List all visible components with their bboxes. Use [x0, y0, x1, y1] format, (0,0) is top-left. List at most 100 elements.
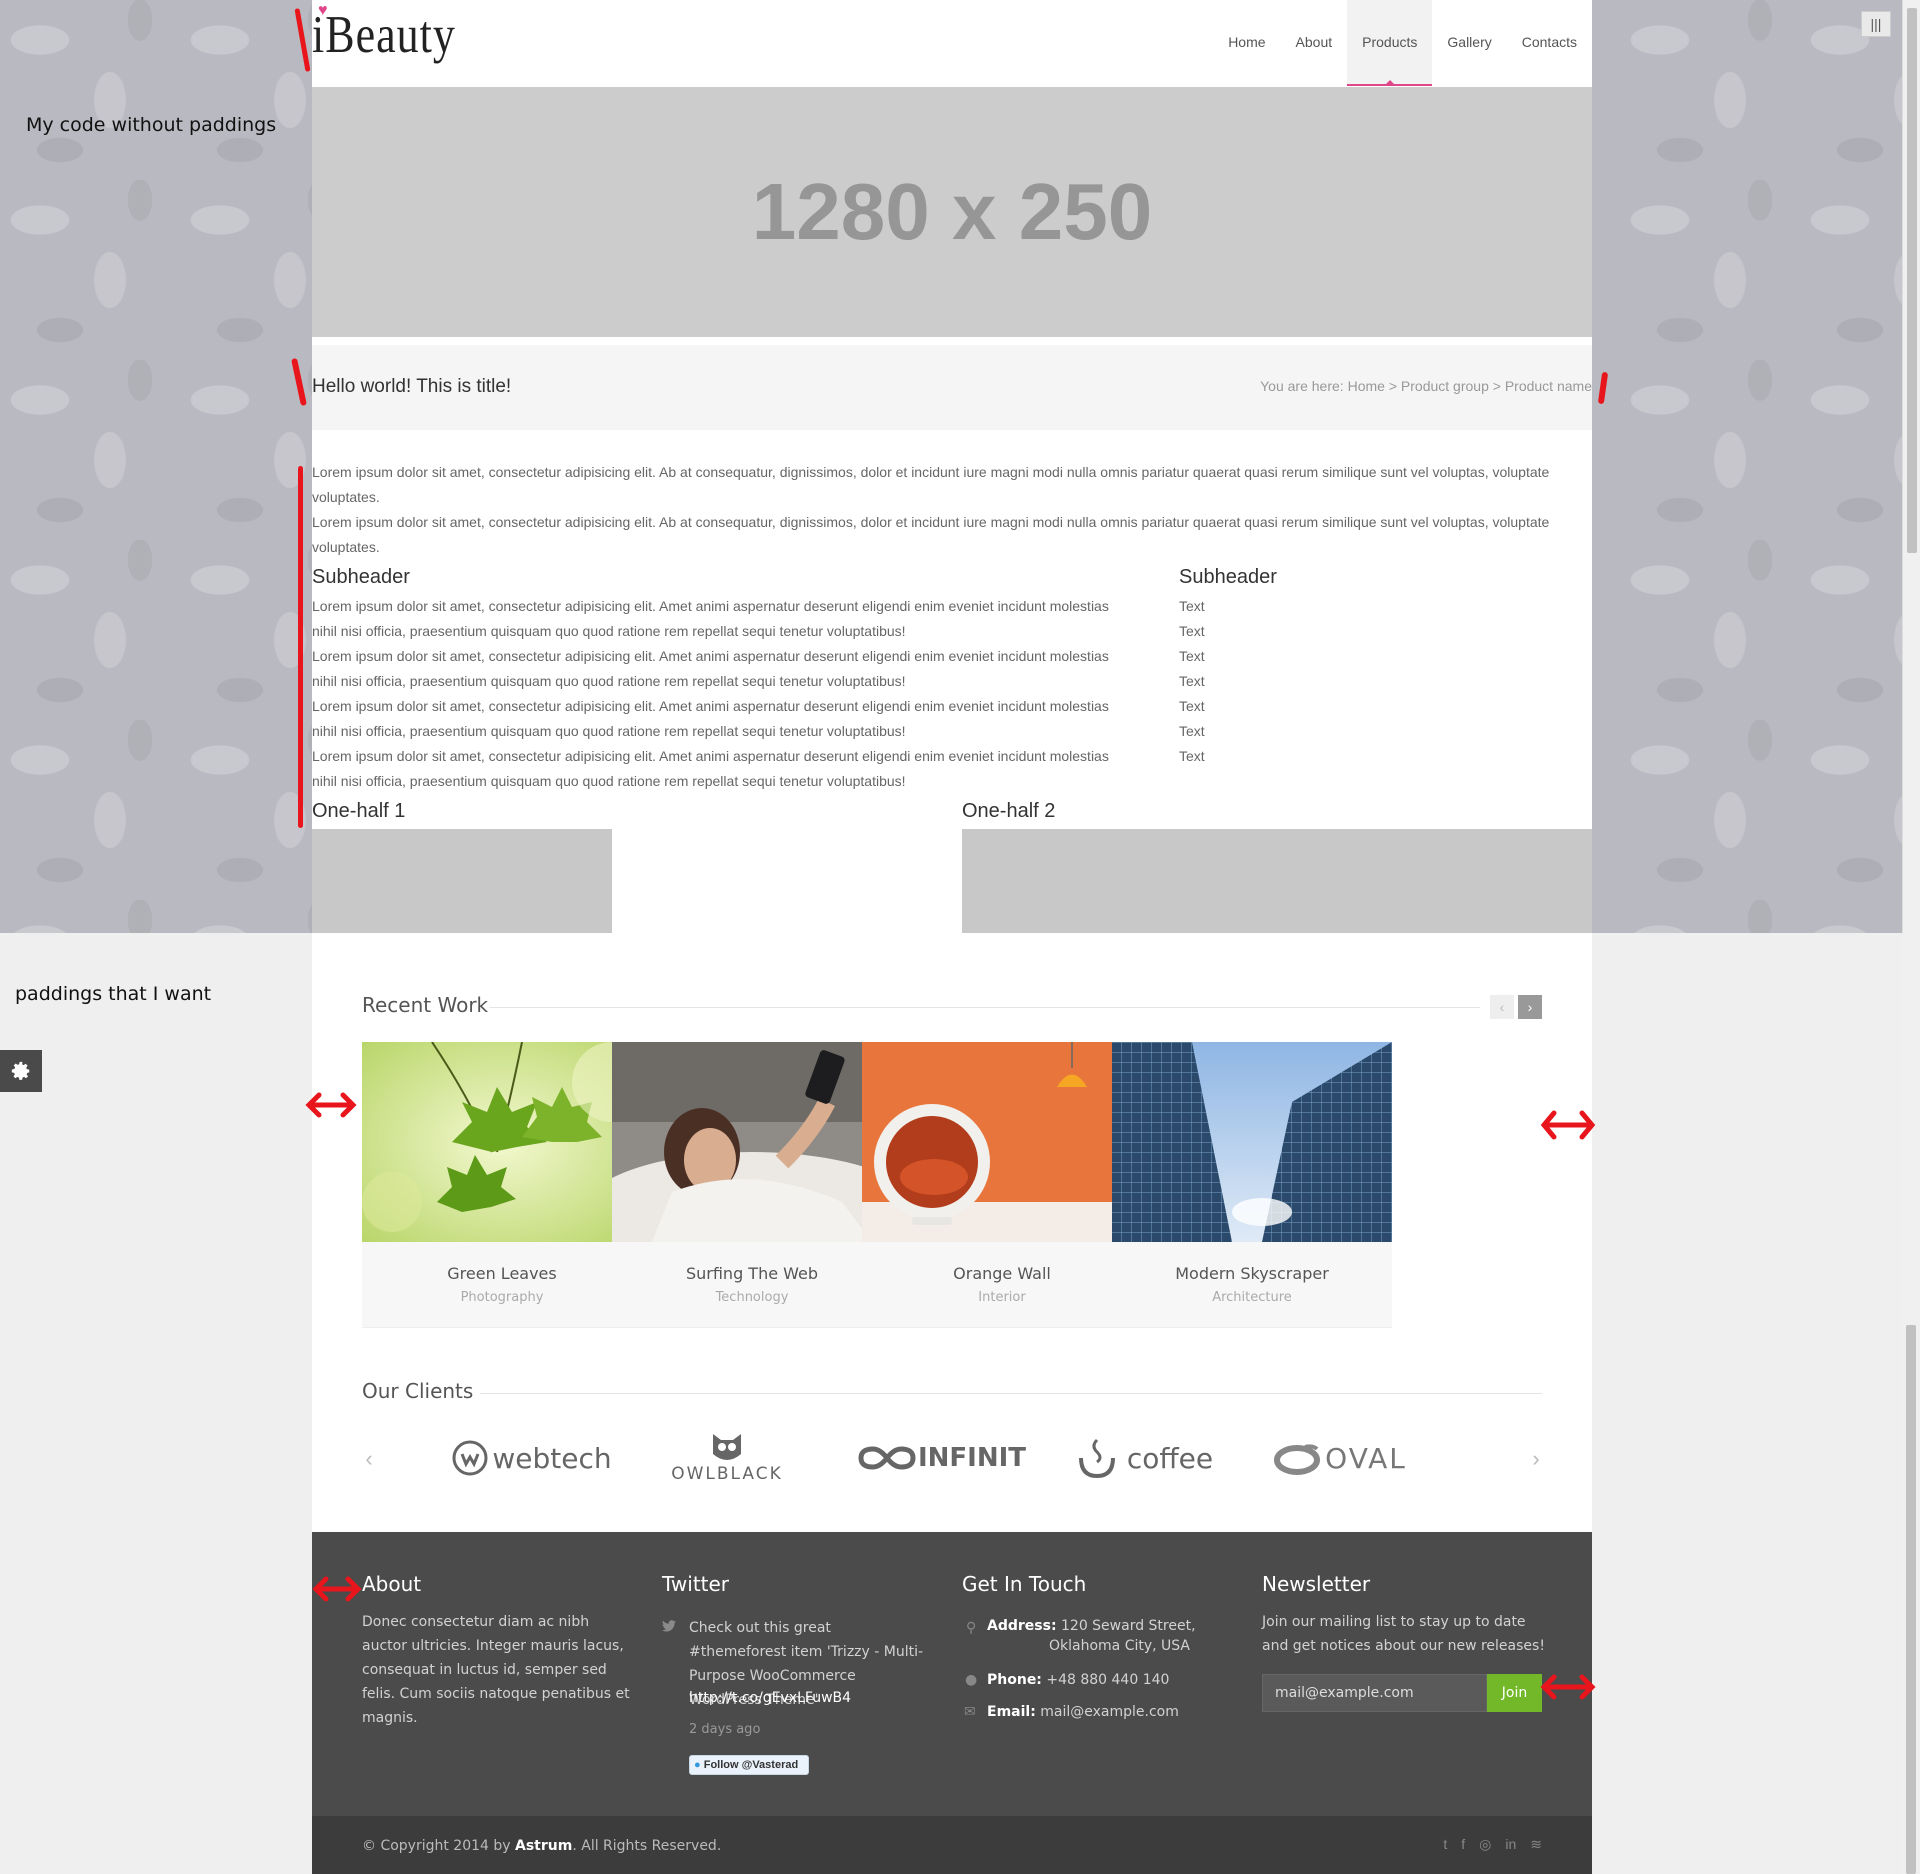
facebook-icon[interactable]: f	[1461, 1836, 1465, 1853]
breadcrumb-home[interactable]: Home	[1348, 378, 1385, 394]
hero-placeholder: 1280 x 250	[312, 87, 1592, 337]
one-half-2-title: One-half 2	[962, 800, 1056, 822]
annotation-mark	[298, 466, 303, 828]
intro-paragraph: Lorem ipsum dolor sit amet, consectetur …	[312, 464, 1550, 505]
card-title[interactable]: Modern Skyscraper	[1112, 1264, 1392, 1283]
page-container: ♥ iBeauty Home About Products Gallery Co…	[312, 0, 1592, 933]
copyright-prefix: © Copyright 2014 by	[362, 1838, 511, 1854]
footer-newsletter-title: Newsletter	[1262, 1572, 1371, 1596]
surfing-web-image[interactable]	[612, 1042, 892, 1242]
one-half-1-title: One-half 1	[312, 800, 406, 822]
green-leaves-image[interactable]	[362, 1042, 642, 1242]
breadcrumb-prefix: You are here:	[1260, 378, 1344, 394]
footer-contact: Get In Touch	[962, 1572, 1222, 1610]
join-button[interactable]: Join	[1487, 1674, 1542, 1712]
text-line: nihil nisi officia, praesentium quisquam…	[312, 623, 906, 639]
portfolio-card[interactable]: Surfing The Web Technology	[612, 1042, 892, 1328]
annotation-mark	[1597, 371, 1609, 405]
scrollbar-thumb[interactable]	[1906, 1325, 1916, 1874]
card-category: Photography	[460, 1290, 544, 1305]
text-line: Text	[1179, 673, 1205, 689]
prev-arrow-icon[interactable]: ‹	[1490, 995, 1514, 1019]
footer-about-text: Donec consectetur diam ac nibh auctor ul…	[362, 1614, 630, 1726]
subheader-left: Subheader	[312, 566, 410, 588]
clients-next-icon[interactable]: ›	[1524, 1447, 1548, 1471]
annotation-mark	[291, 357, 307, 407]
address-line: 120 Seward Street,	[1061, 1618, 1196, 1634]
right-column-text: Text Text Text Text Text Text Text	[1179, 594, 1379, 769]
text-line: Lorem ipsum dolor sit amet, consectetur …	[312, 698, 1109, 714]
newsletter-email-input[interactable]: mail@example.com	[1262, 1674, 1487, 1712]
copyright-brand[interactable]: Astrum	[515, 1838, 572, 1854]
footer-newsletter: Newsletter Join our mailing list to stay…	[1262, 1572, 1547, 1658]
our-clients-title: Our Clients	[362, 1379, 474, 1403]
modern-skyscraper-image[interactable]	[1112, 1042, 1392, 1242]
title-bar: Hello world! This is title! You are here…	[312, 345, 1592, 430]
portfolio-card[interactable]: Orange Wall Interior	[862, 1042, 1142, 1328]
tweet-link[interactable]: http://t.co/gEvxLFuwB4	[689, 1688, 851, 1708]
card-title[interactable]: Surfing The Web	[612, 1264, 892, 1283]
client-logo-coffee: coffee	[1064, 1423, 1224, 1493]
padding-arrow-annotation	[1540, 1105, 1596, 1145]
note-with-paddings: paddings that I want	[15, 983, 212, 1005]
newsletter-text: Join our mailing list to stay up to date…	[1262, 1614, 1545, 1654]
text-line: Lorem ipsum dolor sit amet, consectetur …	[312, 748, 1109, 764]
client-logo-infinit: INFINIT	[857, 1423, 1027, 1493]
nav-contacts[interactable]: Contacts	[1507, 0, 1592, 86]
nav-about[interactable]: About	[1281, 0, 1348, 86]
text-line: Lorem ipsum dolor sit amet, consectetur …	[312, 598, 1109, 614]
logo[interactable]: iBeauty	[312, 4, 456, 65]
card-category: Interior	[978, 1290, 1026, 1305]
footer-contact-title: Get In Touch	[962, 1572, 1087, 1596]
footer-twitter-title: Twitter	[662, 1572, 730, 1596]
card-title[interactable]: Green Leaves	[362, 1264, 642, 1283]
menu-toggle-icon[interactable]: |||	[1861, 11, 1891, 37]
clients-prev-icon[interactable]: ‹	[357, 1447, 381, 1471]
nav-gallery[interactable]: Gallery	[1432, 0, 1506, 86]
text-line: nihil nisi officia, praesentium quisquam…	[312, 723, 906, 739]
twitter-bird-icon: ●	[694, 1759, 701, 1771]
padding-arrow-annotation	[305, 1085, 357, 1125]
image-placeholder	[962, 829, 1592, 933]
scrollbar[interactable]	[1902, 0, 1920, 933]
intro-paragraph: Lorem ipsum dolor sit amet, consectetur …	[312, 514, 1550, 555]
text-line: Text	[1179, 748, 1205, 764]
nav-products[interactable]: Products	[1347, 0, 1433, 86]
next-arrow-icon[interactable]: ›	[1518, 995, 1542, 1019]
copyright-text: © Copyright 2014 by Astrum. All Rights R…	[362, 1838, 721, 1854]
divider	[480, 1393, 1542, 1394]
dribbble-icon[interactable]: ◎	[1479, 1836, 1491, 1853]
twitter-bird-icon	[662, 1620, 676, 1632]
breadcrumb-group[interactable]: Product group	[1401, 378, 1489, 394]
left-column-text: Lorem ipsum dolor sit amet, consectetur …	[312, 594, 1172, 794]
social-links: t f ◎ in ≋	[1443, 1836, 1542, 1853]
annotation-mark	[294, 8, 311, 72]
portfolio-card[interactable]: Modern Skyscraper Architecture	[1112, 1042, 1392, 1328]
portfolio-card[interactable]: Green Leaves Photography	[362, 1042, 642, 1328]
subheader-right: Subheader	[1179, 566, 1277, 588]
nav-home[interactable]: Home	[1213, 0, 1280, 86]
text-line: Text	[1179, 723, 1205, 739]
client-name: INFINIT	[917, 1443, 1027, 1473]
client-name: coffee	[1126, 1441, 1214, 1475]
client-logo-webtech: webtech	[447, 1423, 617, 1493]
phone-user-icon: ●	[965, 1672, 978, 1688]
scrollbar-thumb[interactable]	[1907, 8, 1917, 553]
linkedin-icon[interactable]: in	[1505, 1836, 1516, 1853]
follow-button[interactable]: ● Follow @Vasterad	[689, 1755, 809, 1775]
settings-gear-icon[interactable]	[0, 1050, 42, 1092]
text-line: nihil nisi officia, praesentium quisquam…	[312, 673, 906, 689]
client-name: OVAL	[1325, 1441, 1407, 1475]
copyright-suffix: . All Rights Reserved.	[572, 1838, 722, 1854]
orange-wall-image[interactable]	[862, 1042, 1142, 1242]
screenshot-with-paddings: paddings that I want Recent Work ‹ › Gre…	[0, 933, 1920, 1874]
email-address[interactable]: mail@example.com	[1040, 1704, 1179, 1720]
envelope-icon: ✉	[964, 1704, 976, 1720]
scrollbar[interactable]	[1902, 933, 1920, 1874]
twitter-icon[interactable]: t	[1443, 1836, 1447, 1853]
rss-icon[interactable]: ≋	[1530, 1836, 1542, 1853]
breadcrumb-current: Product name	[1504, 378, 1592, 394]
text-line: Lorem ipsum dolor sit amet, consectetur …	[312, 648, 1109, 664]
text-line: Text	[1179, 698, 1205, 714]
card-title[interactable]: Orange Wall	[862, 1264, 1142, 1283]
